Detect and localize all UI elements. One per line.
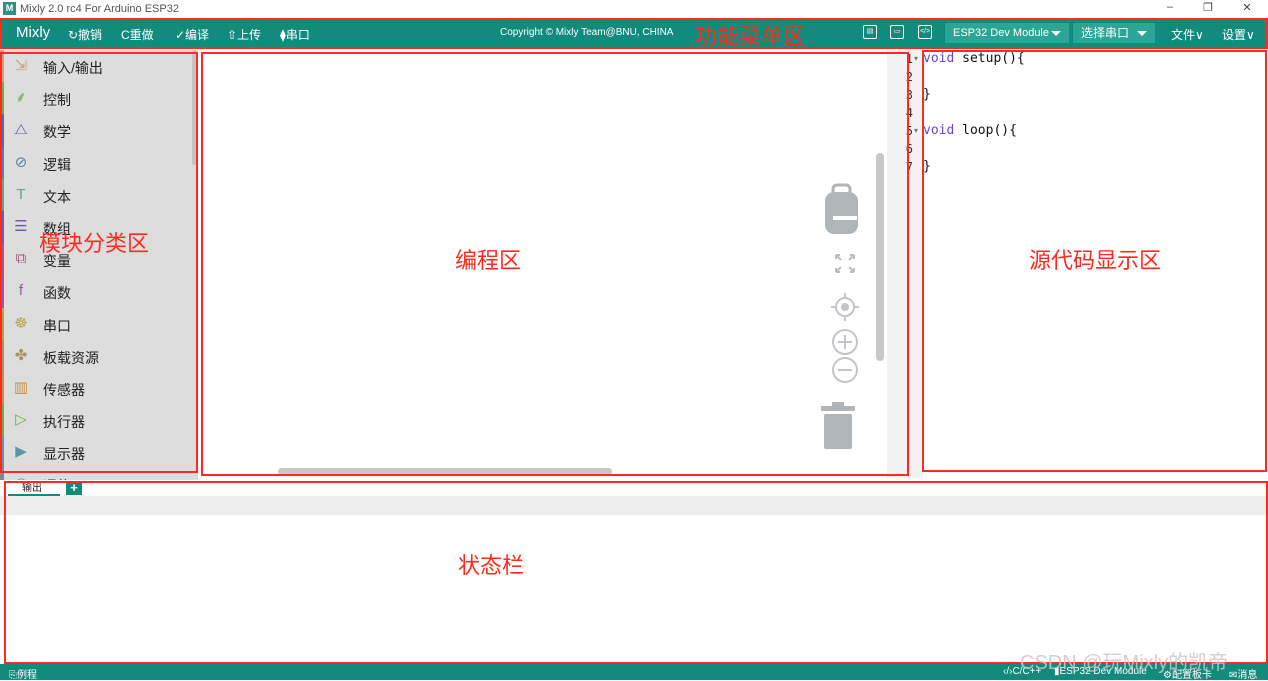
app-logo-icon: M xyxy=(3,2,16,15)
annotation-box-workspace xyxy=(201,52,909,476)
annotation-label-toolbox: 模块分类区 xyxy=(39,231,150,256)
fold-toggle-icon[interactable]: ▾ xyxy=(914,54,918,63)
restore-icon[interactable]: ❐ xyxy=(1198,1,1218,14)
annotation-label-workspace: 编程区 xyxy=(455,248,522,273)
close-icon[interactable]: ✕ xyxy=(1237,1,1257,14)
annotation-label-code: 源代码显示区 xyxy=(1029,248,1162,273)
window-titlebar: M Mixly 2.0 rc4 For Arduino ESP32 – ❐ ✕ xyxy=(0,0,1268,18)
examples-button[interactable]: ⎘例程 xyxy=(9,666,37,681)
watermark: CSDN @玩Mixly的凯帝 xyxy=(1020,652,1229,674)
annotation-label-status: 状态栏 xyxy=(458,553,525,578)
annotation-box-menu xyxy=(0,18,1268,49)
annotation-box-status xyxy=(4,481,1268,664)
minimize-icon[interactable]: – xyxy=(1160,1,1180,13)
annotation-box-toolbox xyxy=(0,52,198,473)
annotation-label-menu: 功能菜单区 xyxy=(695,24,806,49)
window-title: Mixly 2.0 rc4 For Arduino ESP32 xyxy=(20,3,179,15)
messages-button[interactable]: ✉消息 xyxy=(1229,666,1257,681)
fold-toggle-icon[interactable]: ▾ xyxy=(914,126,918,135)
